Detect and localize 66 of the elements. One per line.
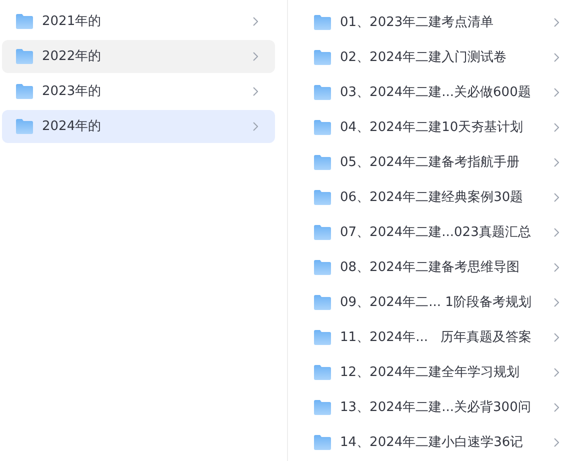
folder-icon [314,15,331,30]
folder-icon [314,190,331,205]
folder-name: 2022年的 [42,48,102,66]
folder-row[interactable]: 2022年的 [2,40,275,73]
folder-icon [16,49,33,64]
folder-name: 03、2024年二建...关必做600题 [340,84,532,102]
chevron-right-icon [554,88,559,97]
folder-row[interactable]: 05、2024年二建备考指航手册 [314,145,559,180]
folder-name: 11、2024年... 历年真题及答案 [340,328,532,347]
folder-name: 07、2024年二建...023真题汇总 [340,224,532,242]
folder-row[interactable]: 13、2024年二建...关必背300问 [314,390,559,425]
folder-row[interactable]: 02、2024年二建入门测试卷 [314,40,559,75]
folder-icon [16,119,33,134]
chevron-right-icon [253,87,258,96]
folder-icon [314,85,331,100]
folder-icon [314,365,331,380]
chevron-right-icon [554,18,559,27]
folder-icon [314,155,331,170]
folder-row[interactable]: 08、2024年二建备考思维导图 [314,250,559,285]
chevron-right-icon [554,438,559,447]
folder-name: 13、2024年二建...关必背300问 [340,398,532,417]
chevron-right-icon [554,298,559,307]
folder-row[interactable]: 11、2024年... 历年真题及答案 [314,320,559,355]
folder-icon [314,400,331,415]
folder-name: 02、2024年二建入门测试卷 [340,48,508,67]
folder-name: 2023年的 [42,82,102,101]
folder-row[interactable]: 14、2024年二建小白速学36记 [314,425,559,460]
folder-name: 14、2024年二建小白速学36记 [340,434,524,452]
folder-icon [314,330,331,345]
folder-name: 08、2024年二建备考思维导图 [340,258,521,277]
chevron-right-icon [554,403,559,412]
folder-name: 04、2024年二建10天夯基计划 [340,118,524,137]
folder-name: 06、2024年二建经典案例30题 [340,188,524,207]
folder-name: 09、2024年二... 1阶段备考规划 [340,294,532,312]
chevron-right-icon [554,123,559,132]
chevron-right-icon [253,122,258,131]
chevron-right-icon [253,17,258,26]
folder-name: 2024年的 [42,118,102,136]
folder-row[interactable]: 06、2024年二建经典案例30题 [314,180,559,215]
folder-name: 05、2024年二建备考指航手册 [340,154,521,172]
folder-icon [314,260,331,275]
chevron-right-icon [554,228,559,237]
folder-row[interactable]: 01、2023年二建考点清单 [314,5,559,40]
chevron-right-icon [554,333,559,342]
folder-row[interactable]: 09、2024年二... 1阶段备考规划 [314,285,559,320]
folder-row[interactable]: 03、2024年二建...关必做600题 [314,75,559,110]
folder-icon [16,14,33,29]
folder-icon [314,225,331,240]
folder-icon [16,84,33,99]
folder-name: 2021年的 [42,12,102,31]
folder-icon [314,120,331,135]
folder-icon [314,295,331,310]
folder-name: 01、2023年二建考点清单 [340,14,495,32]
folder-icon [314,435,331,450]
chevron-right-icon [253,52,258,61]
chevron-right-icon [554,193,559,202]
folder-name: 12、2024年二建全年学习规划 [340,364,521,382]
folder-row[interactable]: 2024年的 [2,110,275,143]
folder-icon [314,50,331,65]
folder-row[interactable]: 04、2024年二建10天夯基计划 [314,110,559,145]
chevron-right-icon [554,263,559,272]
folder-row[interactable]: 12、2024年二建全年学习规划 [314,355,559,390]
chevron-right-icon [554,158,559,167]
chevron-right-icon [554,53,559,62]
folder-row[interactable]: 07、2024年二建...023真题汇总 [314,215,559,250]
chevron-right-icon [554,368,559,377]
